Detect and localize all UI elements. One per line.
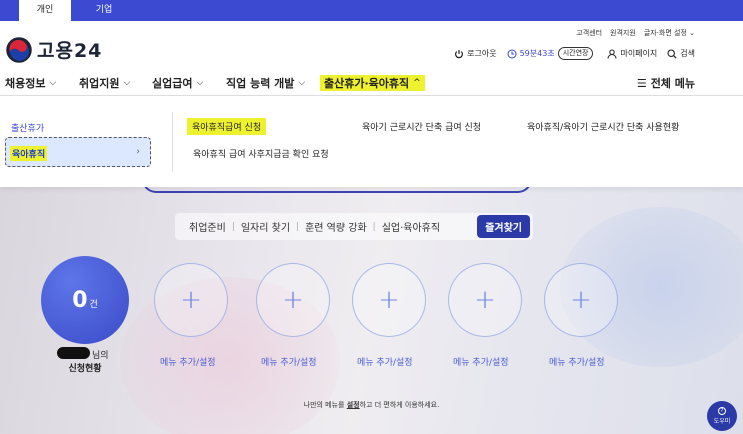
redacted-username — [57, 347, 90, 359]
category-maternity-leave[interactable]: 출산휴가 — [11, 121, 44, 134]
quick-tab-training[interactable]: 훈련 역량 강화 — [305, 219, 367, 234]
hamburger-icon: ☰ — [636, 76, 647, 90]
plus-icon: + — [474, 285, 496, 315]
application-status-title: 신청현황 — [68, 364, 102, 374]
session-controls: 로그아웃 59분43초 시간연장 마이페이지 검색 — [444, 47, 695, 60]
nav-employment-support[interactable]: 취업지원 ⌵ — [79, 75, 130, 91]
add-menu-slot-3[interactable]: + — [352, 263, 426, 337]
count-unit: 건 — [89, 299, 98, 310]
display-settings-link[interactable]: 글자·화면 설정 ⌄ — [644, 28, 695, 38]
helper-label: 도우미 — [713, 418, 731, 425]
add-menu-label[interactable]: 메뉴 추가/설정 — [261, 355, 317, 368]
add-menu-slot-2[interactable]: + — [256, 263, 330, 337]
remote-support-link[interactable]: 원격지원 — [610, 28, 636, 38]
divider — [172, 112, 173, 172]
logo-text: 고용24 — [37, 40, 103, 62]
add-menu-label[interactable]: 메뉴 추가/설정 — [453, 355, 509, 368]
submenu-reduced-hours-benefit-apply[interactable]: 육아기 근로시간 단축 급여 신청 — [362, 120, 481, 133]
clock-icon — [507, 49, 517, 58]
nav-label: 직업 능력 개발 — [226, 77, 295, 90]
utility-links: 고객센터 원격지원 글자·화면 설정 ⌄ — [576, 28, 695, 38]
submenu-usage-status[interactable]: 육아휴직/육아기 근로시간 단축 사용현황 — [527, 120, 679, 133]
quick-tab-job-search[interactable]: 일자리 찾기 — [241, 219, 290, 234]
application-count[interactable]: 0 건 — [41, 256, 129, 344]
chevron-down-icon: ⌵ — [196, 78, 204, 88]
power-icon — [455, 49, 464, 58]
nav-vocational-training[interactable]: 직업 능력 개발 ⌵ — [226, 75, 305, 91]
tab-business[interactable]: 기업 — [78, 0, 130, 21]
search-box-edge — [142, 187, 532, 193]
menu-setting-hint: 나만의 메뉴를 설정하고 더 편하게 이용하세요. — [0, 400, 743, 410]
quick-tab-job-prep[interactable]: 취업준비 — [189, 219, 226, 234]
chevron-right-icon: › — [136, 147, 140, 157]
helper-button[interactable]: ? 도우미 — [707, 401, 737, 431]
chevron-up-icon: ^ — [413, 78, 421, 88]
add-menu-slot-1[interactable]: + — [154, 263, 228, 337]
category-label: 육아휴직 — [10, 146, 48, 161]
site-type-tabs: 개인 기업 — [0, 0, 743, 21]
customer-center-link[interactable]: 고객센터 — [576, 28, 602, 38]
quick-tab-unemployment-leave[interactable]: 실업·육아휴직 — [382, 219, 440, 234]
mypage-label: 마이페이지 — [620, 49, 658, 58]
user-icon — [607, 49, 617, 59]
taegeuk-logo-icon — [6, 36, 32, 63]
nav-job-info[interactable]: 채용정보 ⌵ — [5, 75, 56, 91]
nav-label: 출산휴가·육아휴직 — [324, 77, 410, 90]
site-logo[interactable]: 고용24 — [6, 36, 102, 63]
search-icon — [667, 48, 677, 59]
plus-icon: + — [378, 285, 400, 315]
quick-tabs: 취업준비 | 일자리 찾기 | 훈련 역량 강화 | 실업·육아휴직 즐겨찾기 — [175, 213, 533, 240]
chevron-down-icon: ⌵ — [123, 78, 131, 88]
separator: | — [372, 221, 376, 232]
nav-label: 채용정보 — [5, 77, 46, 90]
nav-maternity-parental-leave[interactable]: 출산휴가·육아휴직 ^ — [320, 75, 425, 91]
logout-label: 로그아웃 — [467, 49, 497, 58]
logout-button[interactable]: 로그아웃 — [454, 48, 497, 59]
submenu-parental-benefit-apply[interactable]: 육아휴직급여 신청 — [187, 118, 267, 135]
all-menu-label: 전체 메뉴 — [650, 77, 695, 90]
extend-session-button[interactable]: 시간연장 — [557, 47, 594, 60]
search-label: 검색 — [680, 49, 695, 58]
nav-unemployment-benefit[interactable]: 실업급여 ⌵ — [152, 75, 203, 91]
chevron-down-icon: ⌵ — [298, 78, 306, 88]
mega-menu-dropdown: 출산휴가 육아휴직 › 육아휴직급여 신청 육아기 근로시간 단축 급여 신청 … — [0, 97, 743, 187]
quick-tab-favorites[interactable]: 즐겨찾기 — [477, 215, 530, 238]
timer-value: 59분43초 — [519, 49, 555, 58]
add-menu-label[interactable]: 메뉴 추가/설정 — [549, 355, 605, 368]
mypage-link[interactable]: 마이페이지 — [607, 48, 657, 59]
nav-label: 취업지원 — [79, 77, 120, 90]
separator: | — [296, 221, 300, 232]
session-timer: 59분43초 시간연장 — [507, 47, 594, 60]
hint-text: 나만의 메뉴를 — [303, 401, 347, 409]
chevron-down-icon: ⌵ — [49, 78, 57, 88]
nav-label: 실업급여 — [152, 77, 193, 90]
help-icon: ? — [718, 407, 726, 415]
hint-text: 하고 더 편하게 이용하세요. — [359, 401, 440, 409]
separator: | — [231, 221, 235, 232]
add-menu-label[interactable]: 메뉴 추가/설정 — [160, 355, 216, 368]
mega-menu-categories: 출산휴가 육아휴직 › — [0, 97, 160, 187]
user-suffix: 님의 — [92, 351, 109, 361]
add-menu-label[interactable]: 메뉴 추가/설정 — [357, 355, 413, 368]
add-menu-slot-5[interactable]: + — [544, 263, 618, 337]
plus-icon: + — [570, 285, 592, 315]
add-menu-slot-4[interactable]: + — [448, 263, 522, 337]
settings-link[interactable]: 설정 — [347, 401, 360, 409]
count-value: 0 — [72, 287, 88, 313]
plus-icon: + — [180, 285, 202, 315]
category-parental-leave[interactable]: 육아휴직 › — [5, 137, 151, 167]
all-menu-button[interactable]: ☰ 전체 메뉴 — [637, 75, 695, 91]
tab-personal[interactable]: 개인 — [19, 0, 71, 21]
hero-section: 취업준비 | 일자리 찾기 | 훈련 역량 강화 | 실업·육아휴직 즐겨찾기 … — [0, 187, 743, 434]
search-button[interactable]: 검색 — [667, 48, 695, 59]
plus-icon: + — [282, 285, 304, 315]
main-navigation: 채용정보 ⌵ 취업지원 ⌵ 실업급여 ⌵ 직업 능력 개발 ⌵ 출산휴가·육아휴… — [0, 70, 743, 96]
submenu-deferred-payment-check[interactable]: 육아휴직 급여 사후지급금 확인 요청 — [193, 147, 329, 160]
